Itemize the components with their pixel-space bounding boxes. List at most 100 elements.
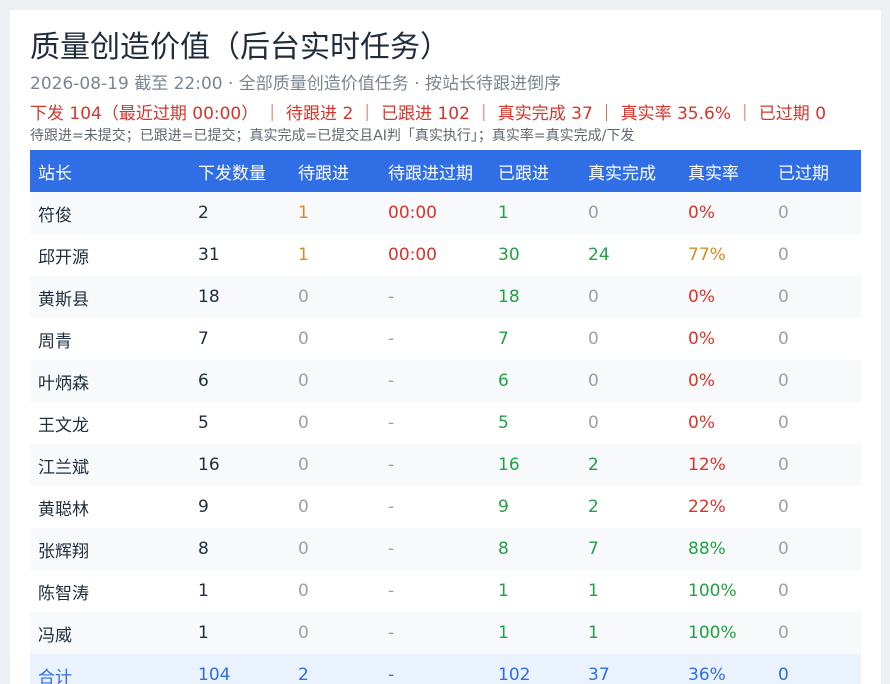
cell-pending: 1	[298, 245, 309, 265]
table-row: 邱开源 31 1 00:00 30 24 77% 0	[30, 234, 861, 276]
cell-pending: 0	[298, 497, 309, 517]
table-total-row: 合计 104 2 - 102 37 36% 0	[30, 654, 861, 684]
cell-name: 周青	[38, 331, 72, 352]
total-expired: 0	[778, 665, 789, 684]
cell-issued: 16	[198, 455, 220, 475]
definition-note: 待跟进=未提交；已跟进=已提交；真实完成=已提交且AI判「真实执行」；真实率=真…	[30, 128, 635, 144]
cell-pending-expire: -	[388, 539, 395, 559]
cell-expired: 0	[778, 539, 789, 559]
total-real-rate: 36%	[688, 665, 726, 684]
station-master-table: 站长 下发数量 待跟进 待跟进过期 已跟进 真实完成 真实率 已过期 符俊 2 …	[30, 150, 861, 684]
table-row: 王文龙 5 0 - 5 0 0% 0	[30, 402, 861, 444]
table-row: 冯威 1 0 - 1 1 100% 0	[30, 612, 861, 654]
cell-pending: 0	[298, 539, 309, 559]
cell-real-done: 2	[588, 497, 599, 517]
cell-followed: 9	[498, 497, 509, 517]
page-title: 质量创造价值（后台实时任务）	[30, 30, 450, 65]
cell-pending-expire: -	[388, 329, 395, 349]
cell-pending: 0	[298, 455, 309, 475]
cell-real-done: 24	[588, 245, 610, 265]
column-header-name: 站长	[38, 163, 72, 184]
cell-real-done: 0	[588, 413, 599, 433]
cell-issued: 31	[198, 245, 220, 265]
cell-issued: 7	[198, 329, 209, 349]
cell-real-rate: 0%	[688, 287, 715, 307]
cell-followed: 1	[498, 623, 509, 643]
cell-name: 黄聪林	[38, 499, 89, 520]
column-header-issued: 下发数量	[198, 163, 266, 184]
cell-issued: 1	[198, 623, 209, 643]
cell-issued: 9	[198, 497, 209, 517]
total-followed: 102	[498, 665, 531, 684]
cell-pending-expire: -	[388, 623, 395, 643]
cell-real-rate: 0%	[688, 329, 715, 349]
cell-name: 冯威	[38, 625, 72, 646]
cell-expired: 0	[778, 245, 789, 265]
cell-real-done: 0	[588, 329, 599, 349]
column-header-followed: 已跟进	[498, 163, 549, 184]
cell-name: 江兰斌	[38, 457, 89, 478]
cell-followed: 16	[498, 455, 520, 475]
cell-pending-expire: -	[388, 455, 395, 475]
cell-real-rate: 0%	[688, 371, 715, 391]
cell-real-done: 7	[588, 539, 599, 559]
cell-pending: 0	[298, 581, 309, 601]
cell-followed: 1	[498, 203, 509, 223]
cell-real-done: 0	[588, 371, 599, 391]
cell-real-rate: 100%	[688, 623, 737, 643]
cell-followed: 7	[498, 329, 509, 349]
column-header-pending: 待跟进	[298, 163, 349, 184]
cell-expired: 0	[778, 413, 789, 433]
cell-expired: 0	[778, 623, 789, 643]
cell-issued: 8	[198, 539, 209, 559]
total-issued: 104	[198, 665, 231, 684]
cell-name: 陈智涛	[38, 583, 89, 604]
cell-pending-expire: 00:00	[388, 203, 437, 223]
page-subtitle: 2026-08-19 截至 22:00 · 全部质量创造价值任务 · 按站长待跟…	[30, 74, 562, 94]
summary-line: 下发 104（最近过期 00:00） ｜ 待跟进 2 ｜ 已跟进 102 ｜ 真…	[30, 104, 827, 124]
table-row: 江兰斌 16 0 - 16 2 12% 0	[30, 444, 861, 486]
cell-followed: 30	[498, 245, 520, 265]
cell-real-rate: 12%	[688, 455, 726, 475]
table-row: 叶炳森 6 0 - 6 0 0% 0	[30, 360, 861, 402]
cell-followed: 1	[498, 581, 509, 601]
cell-issued: 1	[198, 581, 209, 601]
cell-pending: 1	[298, 203, 309, 223]
cell-name: 黄斯县	[38, 289, 89, 310]
cell-real-done: 2	[588, 455, 599, 475]
cell-expired: 0	[778, 581, 789, 601]
cell-real-rate: 0%	[688, 413, 715, 433]
total-real-done: 37	[588, 665, 610, 684]
cell-pending: 0	[298, 623, 309, 643]
column-header-real-done: 真实完成	[588, 163, 656, 184]
cell-issued: 2	[198, 203, 209, 223]
cell-pending: 0	[298, 287, 309, 307]
cell-followed: 18	[498, 287, 520, 307]
total-pending: 2	[298, 665, 309, 684]
table-row: 符俊 2 1 00:00 1 0 0% 0	[30, 192, 861, 234]
cell-expired: 0	[778, 455, 789, 475]
table-header-row: 站长 下发数量 待跟进 待跟进过期 已跟进 真实完成 真实率 已过期	[30, 150, 861, 192]
cell-expired: 0	[778, 203, 789, 223]
cell-issued: 18	[198, 287, 220, 307]
cell-real-done: 1	[588, 581, 599, 601]
column-header-pending-expire: 待跟进过期	[388, 163, 473, 184]
cell-real-rate: 22%	[688, 497, 726, 517]
cell-issued: 5	[198, 413, 209, 433]
cell-pending: 0	[298, 371, 309, 391]
cell-pending-expire: 00:00	[388, 245, 437, 265]
cell-real-rate: 0%	[688, 203, 715, 223]
cell-name: 邱开源	[38, 247, 89, 268]
cell-pending: 0	[298, 329, 309, 349]
cell-real-done: 0	[588, 287, 599, 307]
table-row: 周青 7 0 - 7 0 0% 0	[30, 318, 861, 360]
total-pending-expire: -	[388, 665, 395, 684]
cell-real-done: 0	[588, 203, 599, 223]
cell-real-rate: 88%	[688, 539, 726, 559]
cell-expired: 0	[778, 497, 789, 517]
table-row: 黄聪林 9 0 - 9 2 22% 0	[30, 486, 861, 528]
cell-expired: 0	[778, 287, 789, 307]
cell-pending-expire: -	[388, 413, 395, 433]
cell-real-done: 1	[588, 623, 599, 643]
table-row: 黄斯县 18 0 - 18 0 0% 0	[30, 276, 861, 318]
